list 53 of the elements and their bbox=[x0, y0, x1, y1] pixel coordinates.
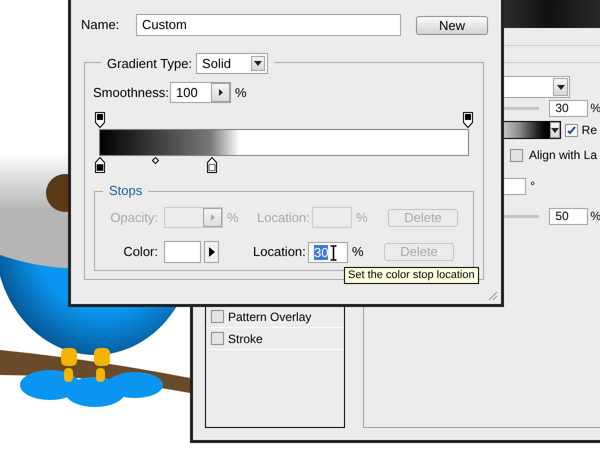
color-label: Color: bbox=[122, 243, 159, 262]
stops-title: Stops bbox=[103, 183, 148, 199]
gradient-bar[interactable] bbox=[99, 129, 469, 156]
name-field[interactable]: Custom bbox=[136, 14, 401, 36]
new-button[interactable]: New bbox=[416, 16, 488, 34]
style-label: Stroke bbox=[228, 330, 263, 348]
tooltip: Set the color stop location bbox=[344, 267, 479, 284]
color-stop-icon[interactable] bbox=[95, 157, 105, 173]
gradient-type-label: Gradient Type: bbox=[107, 54, 192, 73]
location-field[interactable]: 30 bbox=[308, 242, 348, 262]
style-list-item[interactable]: Stroke bbox=[206, 328, 344, 350]
caret-down-icon bbox=[254, 61, 262, 66]
name-label: Name: bbox=[81, 16, 120, 34]
style-label: Pattern Overlay bbox=[228, 308, 312, 326]
play-icon bbox=[208, 247, 214, 257]
caret-right-icon bbox=[218, 89, 222, 96]
opacity-label: Opacity: bbox=[109, 208, 159, 227]
resize-grip-icon[interactable] bbox=[488, 291, 498, 301]
check-icon bbox=[566, 126, 576, 134]
align-checkbox[interactable] bbox=[510, 148, 523, 162]
color-arrow-button[interactable] bbox=[204, 241, 219, 263]
percent-label: % bbox=[227, 208, 240, 227]
percent-label: % bbox=[352, 243, 365, 262]
caret-down-icon bbox=[550, 128, 559, 132]
angle-field[interactable] bbox=[502, 178, 526, 194]
dropdown-button[interactable] bbox=[553, 78, 568, 96]
opacity-stop-icon[interactable] bbox=[95, 112, 105, 128]
dropdown-button[interactable] bbox=[251, 56, 266, 71]
gradient-dropdown-button[interactable] bbox=[550, 122, 560, 138]
reverse-label: Re bbox=[582, 122, 597, 139]
reverse-checkbox[interactable] bbox=[564, 124, 578, 136]
degree-label: ° bbox=[530, 178, 535, 195]
smoothness-label: Smoothness: bbox=[93, 84, 170, 102]
amount-field[interactable]: 50 bbox=[549, 208, 588, 224]
style-checkbox[interactable] bbox=[211, 332, 224, 345]
gradient-type-select[interactable]: Solid bbox=[196, 53, 268, 74]
percent-label: % bbox=[235, 84, 247, 102]
caret-right-icon bbox=[210, 214, 214, 221]
location-field bbox=[312, 207, 352, 228]
location-value: 30 bbox=[314, 244, 328, 260]
location-label: Location: bbox=[257, 208, 311, 227]
color-stop-icon[interactable] bbox=[207, 157, 217, 173]
percent-label: % bbox=[356, 208, 369, 227]
amount-field[interactable]: 30 bbox=[549, 100, 588, 116]
text-cursor-icon bbox=[330, 244, 337, 260]
color-swatch[interactable] bbox=[164, 241, 201, 263]
opacity-stop-icon[interactable] bbox=[463, 112, 473, 128]
caret-down-icon bbox=[556, 84, 564, 90]
location-label: Location: bbox=[253, 243, 307, 262]
style-checkbox[interactable] bbox=[211, 310, 224, 323]
smoothness-field[interactable]: 100 bbox=[170, 82, 231, 103]
align-label: Align with La bbox=[528, 147, 597, 164]
smoothness-arrow-button[interactable] bbox=[211, 83, 230, 102]
